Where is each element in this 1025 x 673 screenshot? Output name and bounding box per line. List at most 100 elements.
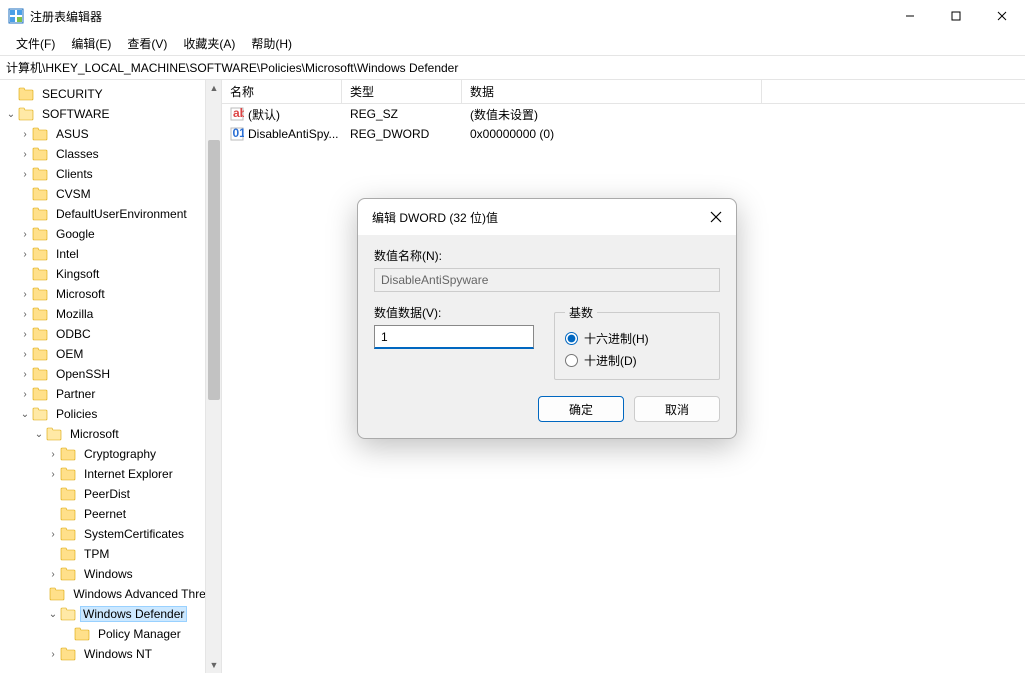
tree-item[interactable]: ·Kingsoft	[0, 264, 221, 284]
registry-tree[interactable]: ·SECURITY⌄SOFTWARE›ASUS›Classes›Clients·…	[0, 80, 221, 673]
tree-item[interactable]: › Cryptography	[0, 444, 221, 464]
tree-item[interactable]: ·DefaultUserEnvironment	[0, 204, 221, 224]
chevron-right-icon[interactable]: ›	[18, 149, 32, 160]
chevron-right-icon[interactable]: ›	[18, 309, 32, 320]
chevron-right-icon[interactable]: ›	[46, 569, 60, 580]
scroll-up-icon[interactable]: ▲	[206, 80, 222, 96]
cell-name: ab(默认)	[222, 106, 342, 123]
chevron-right-icon[interactable]: ›	[46, 469, 60, 480]
tree-label: Cryptography	[80, 446, 160, 462]
tree-item[interactable]: › Classes	[0, 144, 221, 164]
tree-label: Windows	[80, 566, 137, 582]
column-name[interactable]: 名称	[222, 80, 342, 103]
chevron-down-icon[interactable]: ⌄	[18, 409, 32, 420]
chevron-right-icon[interactable]: ›	[18, 389, 32, 400]
chevron-right-icon[interactable]: ›	[18, 329, 32, 340]
radio-dec-row[interactable]: 十进制(D)	[565, 349, 709, 371]
tree-item[interactable]: ›Clients	[0, 164, 221, 184]
tree-item[interactable]: ·PeerDist	[0, 484, 221, 504]
value-list[interactable]: ab(默认)REG_SZ(数值未设置)011DisableAntiSpy...R…	[222, 104, 1025, 144]
chevron-right-icon[interactable]: ›	[18, 129, 32, 140]
chevron-right-icon[interactable]: ›	[46, 449, 60, 460]
tree-label: Windows NT	[80, 646, 156, 662]
tree-label: Microsoft	[66, 426, 123, 442]
tree-item[interactable]: ›Mozilla	[0, 304, 221, 324]
chevron-right-icon[interactable]: ›	[18, 349, 32, 360]
chevron-right-icon[interactable]: ›	[46, 649, 60, 660]
tree-item[interactable]: ›Microsoft	[0, 284, 221, 304]
tree-item[interactable]: › SystemCertificates	[0, 524, 221, 544]
radio-dec[interactable]	[565, 354, 578, 367]
tree-label: OpenSSH	[52, 366, 114, 382]
tree-item[interactable]: › OpenSSH	[0, 364, 221, 384]
close-button[interactable]	[979, 0, 1025, 32]
menu-edit[interactable]: 编辑(E)	[63, 32, 119, 55]
menu-file[interactable]: 文件(F)	[8, 32, 63, 55]
tree-item[interactable]: ›ODBC	[0, 324, 221, 344]
tree-item[interactable]: ›ASUS	[0, 124, 221, 144]
dialog-close-button[interactable]	[702, 203, 730, 231]
chevron-right-icon[interactable]: ›	[18, 249, 32, 260]
tree-item[interactable]: › Windows NT	[0, 644, 221, 664]
minimize-button[interactable]	[887, 0, 933, 32]
tree-item[interactable]: ›Partner	[0, 384, 221, 404]
address-bar[interactable]: 计算机\HKEY_LOCAL_MACHINE\SOFTWARE\Policies…	[0, 56, 1025, 80]
tree-item[interactable]: ·SECURITY	[0, 84, 221, 104]
tree-item[interactable]: ·CVSM	[0, 184, 221, 204]
list-row[interactable]: ab(默认)REG_SZ(数值未设置)	[222, 104, 1025, 124]
tree-label: SystemCertificates	[80, 526, 188, 542]
tree-scrollbar[interactable]: ▲ ▼	[205, 80, 221, 673]
tree-label: TPM	[80, 546, 113, 562]
cancel-button[interactable]: 取消	[634, 396, 720, 422]
tree-item[interactable]: › OEM	[0, 344, 221, 364]
column-data[interactable]: 数据	[462, 80, 762, 103]
tree-label: Internet Explorer	[80, 466, 177, 482]
tree-label: Windows Defender	[80, 606, 187, 622]
tree-label: Peernet	[80, 506, 130, 522]
tree-label: Policies	[52, 406, 101, 422]
tree-item[interactable]: ›Google	[0, 224, 221, 244]
chevron-right-icon[interactable]: ›	[46, 529, 60, 540]
tree-label: OEM	[52, 346, 87, 362]
value-data-input[interactable]	[374, 325, 534, 349]
radio-hex[interactable]	[565, 332, 578, 345]
edit-dword-dialog: 编辑 DWORD (32 位)值 数值名称(N): DisableAntiSpy…	[357, 198, 737, 439]
tree-item[interactable]: ·TPM	[0, 544, 221, 564]
tree-item[interactable]: ⌄ Microsoft	[0, 424, 221, 444]
chevron-right-icon[interactable]: ›	[18, 369, 32, 380]
tree-item[interactable]: › Internet Explorer	[0, 464, 221, 484]
tree-item[interactable]: ·Policy Manager	[0, 624, 221, 644]
ok-button[interactable]: 确定	[538, 396, 624, 422]
chevron-down-icon[interactable]: ⌄	[32, 429, 46, 440]
menu-favorites[interactable]: 收藏夹(A)	[175, 32, 243, 55]
menu-view[interactable]: 查看(V)	[119, 32, 175, 55]
radio-hex-row[interactable]: 十六进制(H)	[565, 327, 709, 349]
cell-name: 011DisableAntiSpy...	[222, 127, 342, 141]
tree-item[interactable]: ›Intel	[0, 244, 221, 264]
value-data-label: 数值数据(V):	[374, 304, 534, 321]
scroll-thumb[interactable]	[208, 140, 220, 400]
tree-item[interactable]: ⌄SOFTWARE	[0, 104, 221, 124]
chevron-right-icon[interactable]: ›	[18, 229, 32, 240]
menu-help[interactable]: 帮助(H)	[243, 32, 300, 55]
chevron-down-icon[interactable]: ⌄	[46, 609, 60, 620]
tree-item[interactable]: › Windows	[0, 564, 221, 584]
value-name-field: DisableAntiSpyware	[374, 268, 720, 292]
tree-item[interactable]: ·Windows Advanced Threat Protection	[0, 584, 221, 604]
list-header[interactable]: 名称 类型 数据	[222, 80, 1025, 104]
window-title: 注册表编辑器	[30, 8, 887, 25]
dialog-titlebar[interactable]: 编辑 DWORD (32 位)值	[358, 199, 736, 235]
maximize-button[interactable]	[933, 0, 979, 32]
tree-item[interactable]: ⌄ Policies	[0, 404, 221, 424]
chevron-right-icon[interactable]: ›	[18, 289, 32, 300]
tree-item[interactable]: ·Peernet	[0, 504, 221, 524]
tree-item[interactable]: ⌄ Windows Defender	[0, 604, 221, 624]
cell-type: REG_SZ	[342, 107, 462, 121]
chevron-down-icon[interactable]: ⌄	[4, 109, 18, 120]
tree-label: Classes	[52, 146, 103, 162]
column-type[interactable]: 类型	[342, 80, 462, 103]
close-icon	[710, 211, 722, 223]
list-row[interactable]: 011DisableAntiSpy...REG_DWORD0x00000000 …	[222, 124, 1025, 144]
chevron-right-icon[interactable]: ›	[18, 169, 32, 180]
scroll-down-icon[interactable]: ▼	[206, 657, 222, 673]
